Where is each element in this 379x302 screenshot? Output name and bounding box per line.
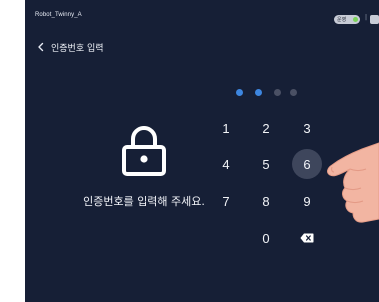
key-2[interactable]: 2: [251, 113, 281, 143]
lock-icon: [122, 126, 166, 176]
status-indicator-dot: [353, 17, 358, 22]
header: 인증번호 입력: [35, 40, 104, 54]
status-icon: [370, 15, 379, 24]
status-toggle[interactable]: 운영: [334, 15, 360, 24]
key-label: 4: [222, 156, 230, 172]
page-title: 인증번호 입력: [51, 43, 104, 54]
key-4[interactable]: 4: [211, 149, 241, 179]
device-name: Robot_Twinny_A: [35, 12, 82, 18]
key-label: 0: [262, 230, 270, 246]
key-0[interactable]: 0: [251, 223, 281, 253]
key-label: 3: [303, 120, 311, 136]
key-8[interactable]: 8: [251, 186, 281, 216]
key-5[interactable]: 5: [251, 149, 281, 179]
pin-dot: [290, 89, 297, 96]
key-7[interactable]: 7: [211, 186, 241, 216]
chevron-left-icon[interactable]: [35, 41, 47, 53]
pointing-hand-illustration: [327, 142, 379, 223]
status-separator: |: [365, 14, 368, 21]
key-label: 6: [303, 156, 311, 172]
pin-dot: [255, 89, 262, 96]
backspace-key[interactable]: [292, 223, 322, 253]
pin-dot: [236, 89, 243, 96]
key-1[interactable]: 1: [211, 113, 241, 143]
status-bar: Robot_Twinny_A 운영 |: [25, 0, 379, 24]
instruction-text: 인증번호를 입력해 주세요.: [83, 195, 205, 208]
key-9[interactable]: 9: [292, 186, 322, 216]
key-6[interactable]: 6: [292, 149, 322, 179]
pin-dot: [274, 89, 281, 96]
status-toggle-label: 운영: [337, 17, 347, 23]
key-label: 7: [222, 193, 230, 209]
key-label: 2: [262, 120, 270, 136]
app-screen: Robot_Twinny_A 운영 | 인증번호 입력 인증번호를 입력해 주세…: [25, 0, 379, 302]
key-label: 5: [262, 156, 270, 172]
key-label: 8: [262, 193, 270, 209]
backspace-icon: [300, 233, 314, 243]
key-label: 1: [222, 120, 230, 136]
key-label: 9: [303, 193, 311, 209]
key-3[interactable]: 3: [292, 113, 322, 143]
